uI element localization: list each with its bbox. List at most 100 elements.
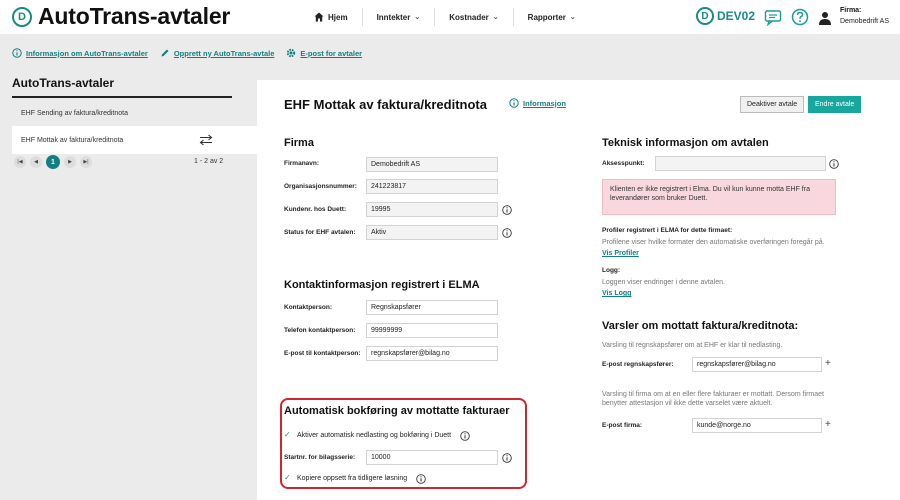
user-icon [819, 12, 831, 25]
kontakt-heading: Kontaktinformasjon registrert i ELMA [284, 279, 480, 291]
gear-icon [287, 48, 296, 58]
nav-inntekter[interactable]: Inntekter ⌄ [361, 8, 435, 26]
email-agreements-label: E-post for avtaler [300, 48, 363, 58]
chevron-down-icon: ⌄ [414, 14, 421, 21]
agreement-list-title: AutoTrans-avtaler [12, 76, 115, 90]
checkmark-icon[interactable]: ✓ [284, 473, 291, 482]
email-agreements-link[interactable]: E-post for avtaler [286, 48, 362, 58]
nav-kostnader[interactable]: Kostnader ⌄ [434, 8, 512, 26]
pager-prev-button[interactable]: ◀ [30, 156, 42, 168]
info-icon[interactable] [502, 205, 512, 215]
vis-logg-link[interactable]: Vis Logg [602, 290, 631, 297]
pager-info: 1 - 2 av 2 [194, 158, 224, 165]
chat-icon[interactable] [764, 8, 782, 26]
bilagsserie-field[interactable]: 10000 [366, 450, 498, 465]
firm-name: Demobedrift AS [840, 18, 890, 25]
nav-kostnader-label: Kostnader [449, 12, 489, 22]
auto-bokforing-heading: Automatisk bokføring av mottatte faktura… [284, 405, 510, 417]
add-email-icon[interactable]: + [825, 358, 831, 369]
epost-regnskap-label: E-post regnskapsfører: [602, 361, 674, 368]
copy-setup-checkbox-label: Kopiere oppsett fra tidligere løsning [297, 475, 408, 482]
create-autotrans-label: Opprett ny AutoTrans-avtale [173, 48, 275, 58]
info-icon[interactable] [502, 228, 512, 238]
action-links: Informasjon om AutoTrans-avtaler Opprett… [0, 38, 374, 68]
logg-label: Logg: [602, 267, 621, 274]
info-autotrans-link[interactable]: Informasjon om AutoTrans-avtaler [12, 48, 148, 58]
app-logo-icon[interactable]: D [12, 7, 32, 27]
profiler-text: Profilene viser hvilke formater den auto… [602, 239, 825, 246]
information-link-label: Informasjon [523, 98, 566, 108]
firmanavn-label: Firmanavn: [284, 160, 320, 167]
pager-first-button[interactable]: |◀ [14, 156, 26, 168]
bilagsserie-label: Startnr. for bilagsserie: [284, 454, 356, 461]
environment-logo-icon: D [696, 7, 714, 25]
kundenr-field[interactable]: 19995 [366, 202, 498, 217]
nav-inntekter-label: Inntekter [376, 12, 411, 22]
page-title: EHF Mottak av faktura/kreditnota [284, 97, 487, 112]
agreement-detail-card: EHF Mottak av faktura/kreditnota Informa… [257, 80, 900, 500]
deactivate-agreement-button[interactable]: Deaktiver avtale [740, 96, 805, 113]
home-icon [314, 12, 324, 22]
help-icon[interactable] [791, 8, 809, 26]
status-field[interactable]: Aktiv [366, 225, 498, 240]
nav-rapporter-label: Rapporter [527, 12, 566, 22]
kundenr-label: Kundenr. hos Duett: [284, 206, 347, 213]
firm-label: Firma: [840, 7, 862, 14]
list-item-ehf-mottak[interactable]: EHF Mottak av faktura/kreditnota [12, 126, 257, 154]
info-icon[interactable] [460, 431, 470, 441]
pager-next-button[interactable]: ▶ [64, 156, 76, 168]
info-autotrans-label: Informasjon om AutoTrans-avtaler [26, 48, 148, 58]
varsler-heading: Varsler om mottatt faktura/kreditnota: [602, 320, 799, 332]
divider [12, 96, 232, 98]
firma-heading: Firma [284, 137, 314, 149]
nav-rapporter[interactable]: Rapporter ⌄ [512, 8, 590, 26]
create-autotrans-link[interactable]: Opprett ny AutoTrans-avtale [160, 48, 275, 58]
pencil-icon [161, 49, 169, 57]
epost-kontakt-field[interactable]: regnskapsfører@bilag.no [366, 346, 498, 361]
add-email-icon[interactable]: + [825, 419, 831, 430]
epost-firma-label: E-post firma: [602, 422, 643, 429]
info-icon[interactable] [416, 474, 426, 484]
pager-current-page[interactable]: 1 [46, 155, 60, 169]
epost-regnskap-field[interactable]: regnskapsfører@bilag.no [692, 357, 822, 372]
pager: |◀ ◀ 1 ▶ ▶| [14, 155, 96, 169]
list-item-ehf-sending[interactable]: EHF Sending av faktura/kreditnota [12, 102, 257, 124]
varsler-text-2: Varsling til firma om at en eller flere … [602, 391, 824, 408]
epost-kontakt-label: E-post til kontaktperson: [284, 350, 361, 357]
chevron-down-icon: ⌄ [492, 14, 499, 21]
kontaktperson-field[interactable]: Regnskapsfører [366, 300, 498, 315]
environment-label: DEV02 [717, 9, 756, 23]
profiler-label: Profiler registrert i ELMA for dette fir… [602, 227, 733, 234]
information-link[interactable]: Informasjon [509, 98, 566, 108]
epost-firma-field[interactable]: kunde@norge.no [692, 418, 822, 433]
vis-profiler-link[interactable]: Vis Profiler [602, 250, 639, 257]
telefon-label: Telefon kontaktperson: [284, 327, 356, 334]
varsler-text-1: Varsling til regnskapsfører om at EHF er… [602, 342, 783, 349]
edit-agreement-button[interactable]: Endre avtale [808, 96, 862, 113]
checkmark-icon[interactable]: ✓ [284, 430, 291, 439]
environment-badge: D DEV02 [696, 7, 755, 25]
nav-home[interactable]: Hjem [300, 8, 362, 26]
info-icon [509, 98, 519, 108]
info-icon[interactable] [829, 159, 839, 169]
elma-alert: Klienten er ikke registrert i Elma. Du v… [602, 179, 836, 215]
swap-arrows-icon [199, 134, 213, 146]
pager-last-button[interactable]: ▶| [80, 156, 92, 168]
chevron-down-icon: ⌄ [569, 14, 576, 21]
kontaktperson-label: Kontaktperson: [284, 304, 333, 311]
logg-text: Loggen viser endringer i denne avtalen. [602, 279, 725, 286]
status-label: Status for EHF avtalen: [284, 229, 356, 236]
telefon-field[interactable]: 99999999 [366, 323, 498, 338]
orgnr-label: Organisasjonsnummer: [284, 183, 357, 190]
nav-home-label: Hjem [328, 12, 348, 22]
firmanavn-field[interactable]: Demobedrift AS [366, 157, 498, 172]
top-header: D AutoTrans-avtaler Hjem Inntekter ⌄ Kost… [0, 0, 900, 34]
info-icon [12, 48, 22, 58]
info-icon[interactable] [502, 453, 512, 463]
app-title: AutoTrans-avtaler [38, 3, 231, 29]
main-nav: Hjem Inntekter ⌄ Kostnader ⌄ Rapporter ⌄ [300, 0, 590, 34]
aksesspunkt-field[interactable] [655, 156, 826, 171]
orgnr-field[interactable]: 241223817 [366, 179, 498, 194]
aksesspunkt-label: Aksesspunkt: [602, 160, 645, 167]
auto-download-checkbox-label: Aktiver automatisk nedlasting og bokføri… [297, 432, 452, 439]
